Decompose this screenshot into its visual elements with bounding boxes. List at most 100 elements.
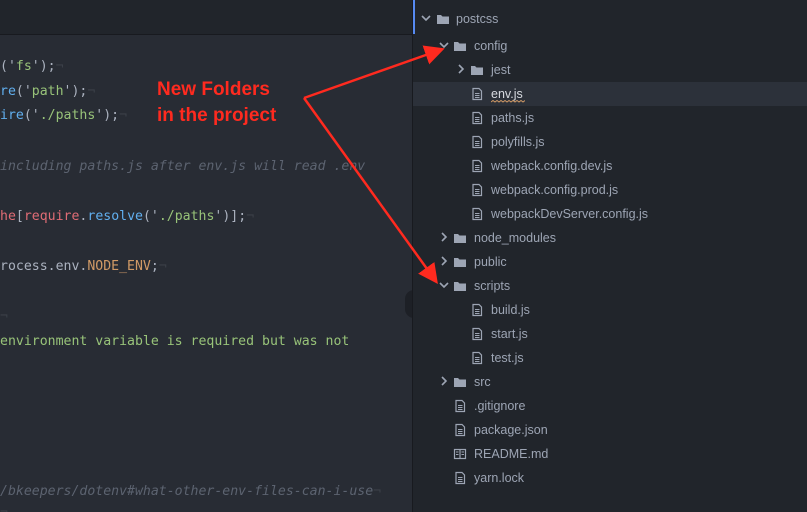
- code-token: /bkeepers/dotenv#what-other-env-files-ca…: [0, 484, 374, 499]
- project-tree-panel[interactable]: postcss config jest env.js paths.js polyfill…: [412, 0, 807, 512]
- code-token: ¬: [246, 209, 255, 224]
- file-icon: [472, 111, 483, 125]
- chevron-down-icon: [439, 282, 449, 289]
- code-line[interactable]: ¬: [0, 307, 8, 327]
- tree-item-label: yarn.lock: [474, 471, 525, 485]
- code-token: ire: [0, 108, 24, 123]
- chevron-right-icon: [441, 232, 448, 242]
- tree-item-start-js[interactable]: start.js: [413, 322, 807, 346]
- tree-item-label: .gitignore: [474, 399, 526, 413]
- code-token: ¬: [0, 309, 8, 324]
- code-token: re: [0, 84, 16, 99]
- tree-item-src[interactable]: src: [413, 370, 807, 394]
- tree-item-label: package.json: [474, 423, 548, 437]
- code-token: ')];: [214, 209, 247, 224]
- warning-squiggle: [491, 100, 525, 103]
- code-token: rocess: [0, 259, 48, 274]
- tree-item-label: webpack.config.prod.js: [491, 183, 619, 197]
- tree-item-build-js[interactable]: build.js: [413, 298, 807, 322]
- file-icon: [472, 87, 483, 101]
- tree-item-webpackdevserver-config-js[interactable]: webpackDevServer.config.js: [413, 202, 807, 226]
- code-line[interactable]: re('path');¬: [0, 82, 95, 102]
- tree-item-gitignore[interactable]: .gitignore: [413, 394, 807, 418]
- code-token: ¬: [55, 59, 64, 74]
- code-token: (': [0, 59, 16, 74]
- code-token: ');: [95, 108, 120, 123]
- tree-item-label: test.js: [491, 351, 524, 365]
- book-icon: [453, 448, 467, 460]
- code-token: (': [142, 209, 159, 224]
- file-icon: [472, 351, 483, 365]
- code-token: .env.: [47, 259, 88, 274]
- code-line[interactable]: rocess.env.NODE_ENV;¬: [0, 257, 167, 277]
- code-token: path: [31, 84, 64, 99]
- tree-item-scripts[interactable]: scripts: [413, 274, 807, 298]
- code-token: require: [23, 209, 80, 224]
- tree-item-public[interactable]: public: [413, 250, 807, 274]
- editor-tab-bar: [0, 0, 412, 35]
- tree-item-readme-md[interactable]: README.md: [413, 442, 807, 466]
- annotation-text: New Folders in the project: [157, 77, 276, 129]
- file-icon: [472, 135, 483, 149]
- code-line[interactable]: environment variable is required but was…: [0, 332, 349, 352]
- tree-item-label: polyfills.js: [491, 135, 545, 149]
- code-token: ');: [31, 59, 56, 74]
- file-icon: [472, 183, 483, 197]
- tree-item-polyfills-js[interactable]: polyfills.js: [413, 130, 807, 154]
- editor-scroll-handle[interactable]: [405, 290, 412, 318]
- tree-item-label: config: [474, 39, 508, 53]
- code-token: ¬: [0, 505, 8, 512]
- file-icon: [472, 159, 483, 173]
- tree-item-config[interactable]: config: [413, 34, 807, 58]
- tree-item-yarn-lock[interactable]: yarn.lock: [413, 466, 807, 490]
- repo-icon: [437, 15, 449, 24]
- code-token: ;: [150, 259, 159, 274]
- tree-item-package-json[interactable]: package.json: [413, 418, 807, 442]
- chevron-down-icon: [439, 42, 449, 49]
- tree-item-label: public: [474, 255, 507, 269]
- code-token: (': [15, 84, 32, 99]
- tree-item-jest[interactable]: jest: [413, 58, 807, 82]
- code-token: ./paths: [158, 209, 215, 224]
- chevron-right-icon: [441, 376, 448, 386]
- tree-item-label: jest: [491, 63, 511, 77]
- code-token: (': [23, 108, 40, 123]
- tree-item-label: scripts: [474, 279, 511, 293]
- code-token: including paths.js after env.js will rea…: [0, 159, 366, 174]
- annotation-line-1: New Folders: [157, 79, 270, 100]
- code-line[interactable]: ¬: [0, 503, 8, 512]
- file-icon: [472, 303, 483, 317]
- tree-item-label: webpackDevServer.config.js: [491, 207, 649, 221]
- file-icon: [472, 327, 483, 341]
- tree-item-env-js[interactable]: env.js: [413, 82, 807, 106]
- tree-item-label: start.js: [491, 327, 528, 341]
- tree-item-webpack-config-prod-js[interactable]: webpack.config.prod.js: [413, 178, 807, 202]
- tree-item-test-js[interactable]: test.js: [413, 346, 807, 370]
- tree-item-label: build.js: [491, 303, 530, 317]
- code-token: NODE_ENV: [87, 259, 151, 274]
- tree-item-node-modules[interactable]: node_modules: [413, 226, 807, 250]
- code-token: ');: [63, 84, 88, 99]
- code-line[interactable]: ire('./paths');¬: [0, 106, 127, 126]
- code-line[interactable]: including paths.js after env.js will rea…: [0, 157, 365, 177]
- code-token: resolve: [87, 209, 143, 224]
- folder-icon: [471, 66, 483, 75]
- folder-icon: [454, 42, 466, 51]
- tree-root-postcss[interactable]: postcss: [413, 7, 807, 31]
- folder-icon: [454, 282, 466, 291]
- code-line[interactable]: ('fs');¬: [0, 57, 64, 77]
- tree-item-paths-js[interactable]: paths.js: [413, 106, 807, 130]
- code-token: ./paths: [39, 108, 96, 123]
- tree-item-webpack-config-dev-js[interactable]: webpack.config.dev.js: [413, 154, 807, 178]
- tree-item-label: paths.js: [491, 111, 535, 125]
- code-token: ¬: [373, 484, 382, 499]
- code-token: [: [15, 209, 24, 224]
- code-line[interactable]: he[require.resolve('./paths')];¬: [0, 207, 254, 227]
- tree-item-label: webpack.config.dev.js: [491, 159, 613, 173]
- tree-item-label: README.md: [474, 447, 549, 461]
- code-line[interactable]: /bkeepers/dotenv#what-other-env-files-ca…: [0, 482, 381, 502]
- code-token: ¬: [119, 108, 128, 123]
- code-token: fs: [15, 59, 32, 74]
- chevron-down-icon: [421, 15, 431, 22]
- file-icon: [455, 399, 466, 413]
